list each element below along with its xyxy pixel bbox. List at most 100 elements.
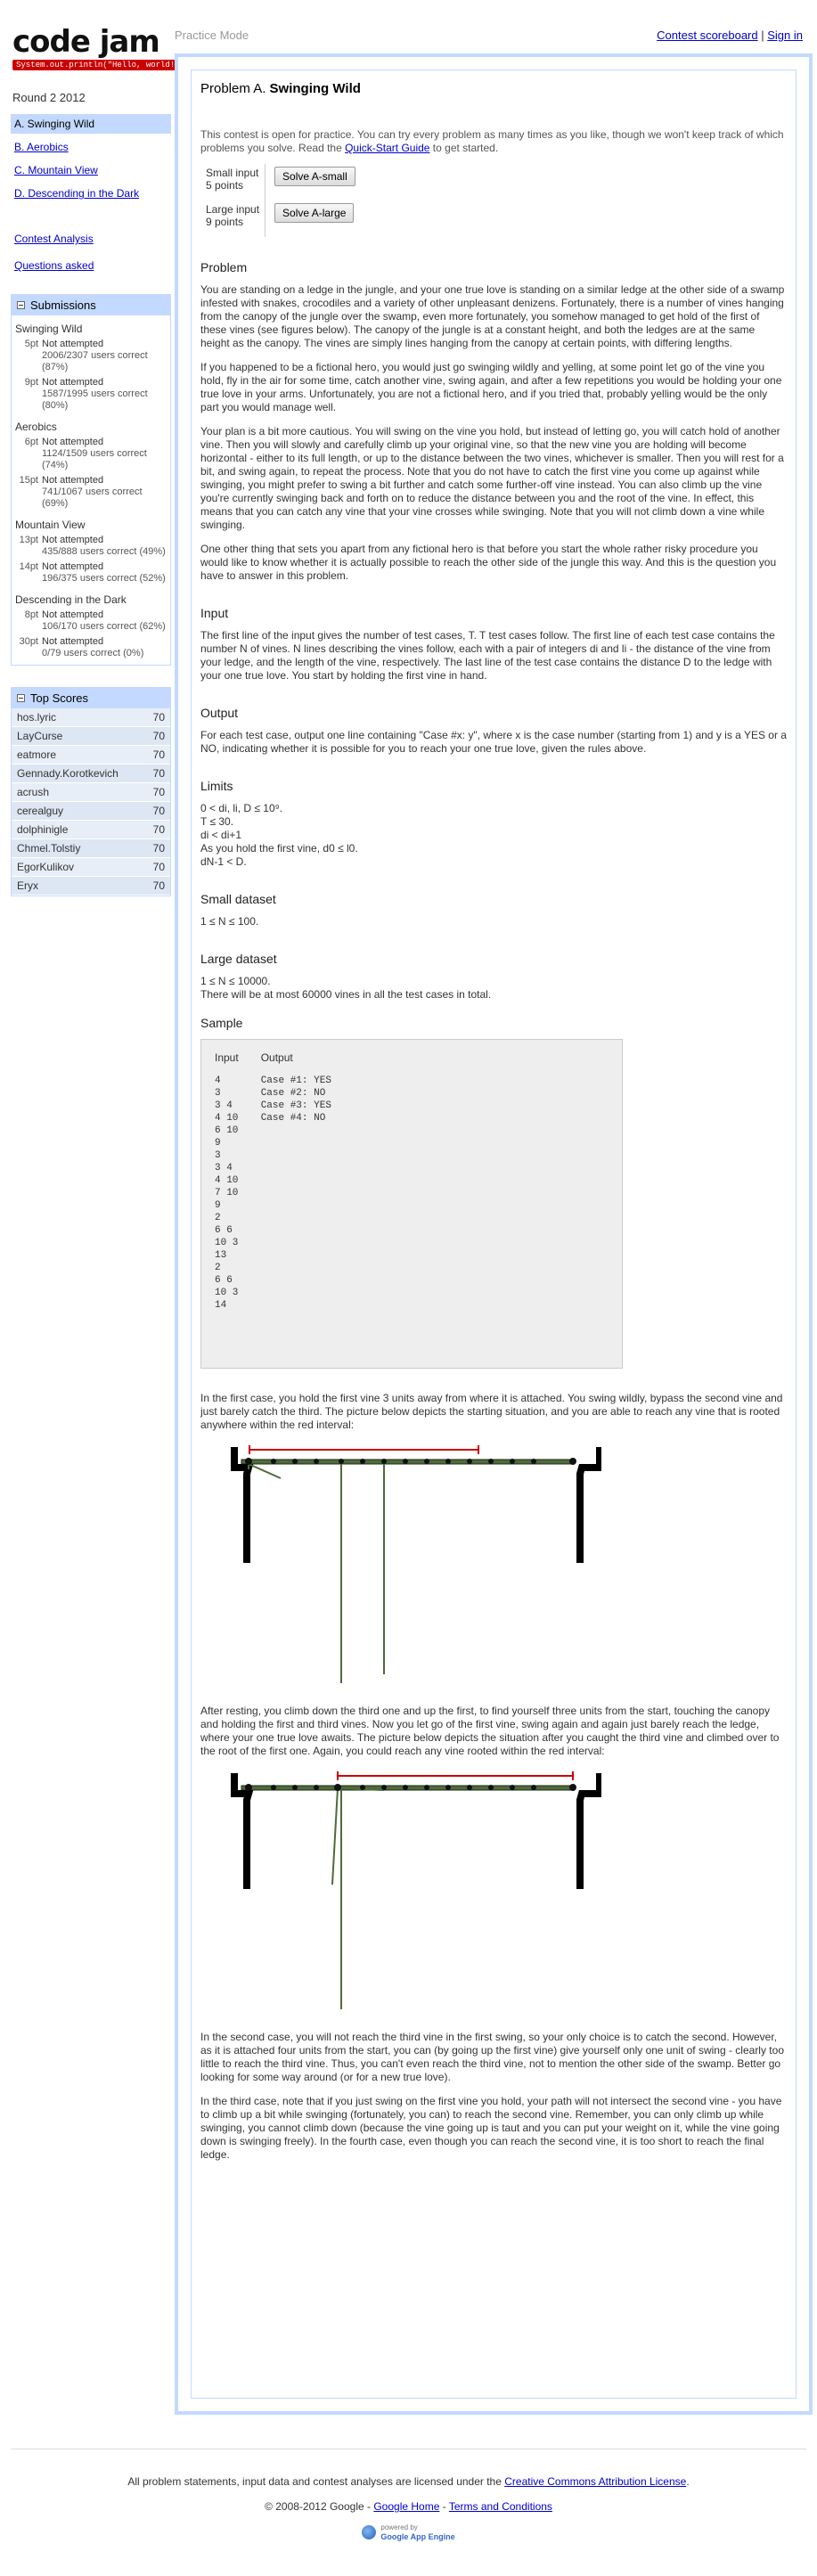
copyright-text: © 2008-2012 Google xyxy=(265,2500,364,2513)
canopy-knot xyxy=(381,1785,387,1790)
submission-status: Not attempted xyxy=(42,339,104,349)
submission-points: 9pt xyxy=(24,377,38,388)
license-end: . xyxy=(686,2475,690,2488)
problem-paragraph: Your plan is a bit more cautious. You wi… xyxy=(200,425,784,531)
top-score-value: 70 xyxy=(152,842,165,855)
small-limit: 1 ≤ N ≤ 100. xyxy=(200,915,259,928)
quick-start-guide-link[interactable]: Quick-Start Guide xyxy=(345,142,429,154)
canopy-knot xyxy=(510,1459,515,1464)
sample-output: Case #1: YES Case #2: NO Case #3: YES Ca… xyxy=(260,1075,331,1124)
sample-input-heading: Input xyxy=(215,1051,239,1064)
google-home-link[interactable]: Google Home xyxy=(373,2500,439,2513)
cc-license-link[interactable]: Creative Commons Attribution License xyxy=(504,2475,686,2488)
submissions-box: Submissions Swinging Wild 5pt Not attemp… xyxy=(11,294,171,666)
top-score-name: dolphinigle xyxy=(17,823,69,836)
app-engine-badge[interactable]: powered by Google App Engine xyxy=(362,2523,455,2541)
top-score-value: 70 xyxy=(152,748,165,761)
users-word: users xyxy=(79,621,104,632)
top-score-row: dolphinigle 70 xyxy=(12,821,170,839)
top-scores-list: hos.lyric 70 LayCurse 70 eatmore 70 Gennady… xyxy=(12,708,170,895)
canopy-knot xyxy=(339,1459,344,1464)
canopy-knot xyxy=(488,1459,494,1464)
left-ledge xyxy=(231,1447,254,1563)
sidebar-item-link[interactable]: C. Mountain View xyxy=(14,164,98,176)
canopy-knot xyxy=(314,1785,319,1790)
top-score-name: hos.lyric xyxy=(17,711,57,724)
swing-figure-2 xyxy=(227,1769,787,2016)
section-heading-input: Input xyxy=(200,606,229,620)
swing-figure-1 xyxy=(227,1443,787,1690)
collapse-icon[interactable] xyxy=(17,694,25,702)
license-text: All problem statements, input data and c… xyxy=(127,2475,505,2488)
submission-status: Not attempted xyxy=(42,475,104,486)
canopy-knot xyxy=(445,1785,451,1790)
held-vine xyxy=(248,1463,282,1479)
top-score-row: LayCurse 70 xyxy=(12,727,170,746)
sidebar-item-link[interactable]: D. Descending in the Dark xyxy=(14,187,139,200)
users-word: users xyxy=(91,388,115,399)
users-word: users xyxy=(90,448,115,459)
problem-paragraph: One other thing that sets you apart from… xyxy=(200,543,777,582)
submission-problem-name: Swinging Wild xyxy=(15,323,83,335)
questions-asked-link[interactable]: Questions asked xyxy=(11,257,171,274)
top-score-row: eatmore 70 xyxy=(12,746,170,765)
logo-tagline: System.out.println("Hello, world!"); xyxy=(12,60,193,70)
extra-links: Contest Analysis Questions asked xyxy=(11,230,171,274)
canopy-knot xyxy=(403,1459,408,1464)
submission-points: 8pt xyxy=(24,609,38,620)
submission-percent: correct (49%) xyxy=(106,546,166,557)
large-input-points: 9 points xyxy=(206,216,244,228)
submission-users-count: 1587/1995 xyxy=(42,388,88,399)
logo[interactable]: code jam System.out.println("Hello, worl… xyxy=(12,24,193,70)
top-score-name: Eryx xyxy=(17,879,38,892)
solve-large-button[interactable]: Solve A-large xyxy=(274,203,355,223)
app-engine-icon xyxy=(362,2525,377,2539)
large-note: There will be at most 60000 vines in all… xyxy=(200,988,492,1001)
top-scores-header[interactable]: Top Scores xyxy=(12,688,170,708)
canopy-knot xyxy=(314,1459,319,1464)
top-score-name: LayCurse xyxy=(17,730,63,742)
terms-link[interactable]: Terms and Conditions xyxy=(449,2500,552,2513)
sign-in-link[interactable]: Sign in xyxy=(767,29,803,42)
canopy-knot xyxy=(271,1459,276,1464)
canopy-knot xyxy=(531,1785,536,1790)
sidebar-item-link[interactable]: B. Aerobics xyxy=(14,141,69,153)
top-score-value: 70 xyxy=(152,767,165,780)
large-input-label: Large input xyxy=(206,203,260,216)
collapse-icon[interactable] xyxy=(17,301,25,309)
top-score-name: eatmore xyxy=(17,748,57,761)
contest-scoreboard-link[interactable]: Contest scoreboard xyxy=(657,29,757,42)
sidebar-item-swinging-wild[interactable]: A. Swinging Wild xyxy=(11,114,171,134)
top-score-row: hos.lyric 70 xyxy=(12,708,170,727)
submission-status: Not attempted xyxy=(42,437,104,447)
logo-title: code jam xyxy=(12,24,160,60)
solve-small-button[interactable]: Solve A-small xyxy=(274,167,355,186)
submission-row: 6pt Not attempted 1124/1509 users correct… xyxy=(12,435,170,473)
small-input-points: 5 points xyxy=(206,179,244,192)
top-score-name: EgorKulikov xyxy=(17,861,75,873)
submission-points: 15pt xyxy=(19,475,38,486)
large-limit: 1 ≤ N ≤ 10000. xyxy=(200,975,271,987)
canopy-knot xyxy=(381,1459,387,1464)
top-score-value: 70 xyxy=(152,823,165,836)
contest-analysis-link[interactable]: Contest Analysis xyxy=(11,230,171,248)
case-explanation: In the second case, you will not reach t… xyxy=(200,2031,784,2083)
canopy-knot xyxy=(569,1458,576,1465)
canopy-knot xyxy=(424,1785,429,1790)
license-line: All problem statements, input data and c… xyxy=(0,2475,817,2488)
sidebar-item-mountain-view: C. Mountain View xyxy=(11,160,171,180)
users-word: users xyxy=(91,350,115,361)
top-score-value: 70 xyxy=(152,730,165,742)
canopy-knot xyxy=(292,1459,298,1464)
submission-percent: correct (62%) xyxy=(106,621,166,632)
right-ledge xyxy=(576,1773,603,1889)
submissions-header[interactable]: Submissions xyxy=(12,295,170,315)
submission-status: Not attempted xyxy=(42,636,104,647)
problem-paragraph: If you happened to be a fictional hero, … xyxy=(200,361,782,413)
top-score-row: acrush 70 xyxy=(12,783,170,802)
output-description: For each test case, output one line cont… xyxy=(200,729,787,755)
problem-panel-inner: Problem A. Swinging Wild This contest is… xyxy=(191,70,797,2399)
submission-row: 8pt Not attempted 106/170 users correct (… xyxy=(12,608,170,634)
practice-note-end: to get started. xyxy=(429,142,499,154)
top-scores-title: Top Scores xyxy=(30,691,89,705)
